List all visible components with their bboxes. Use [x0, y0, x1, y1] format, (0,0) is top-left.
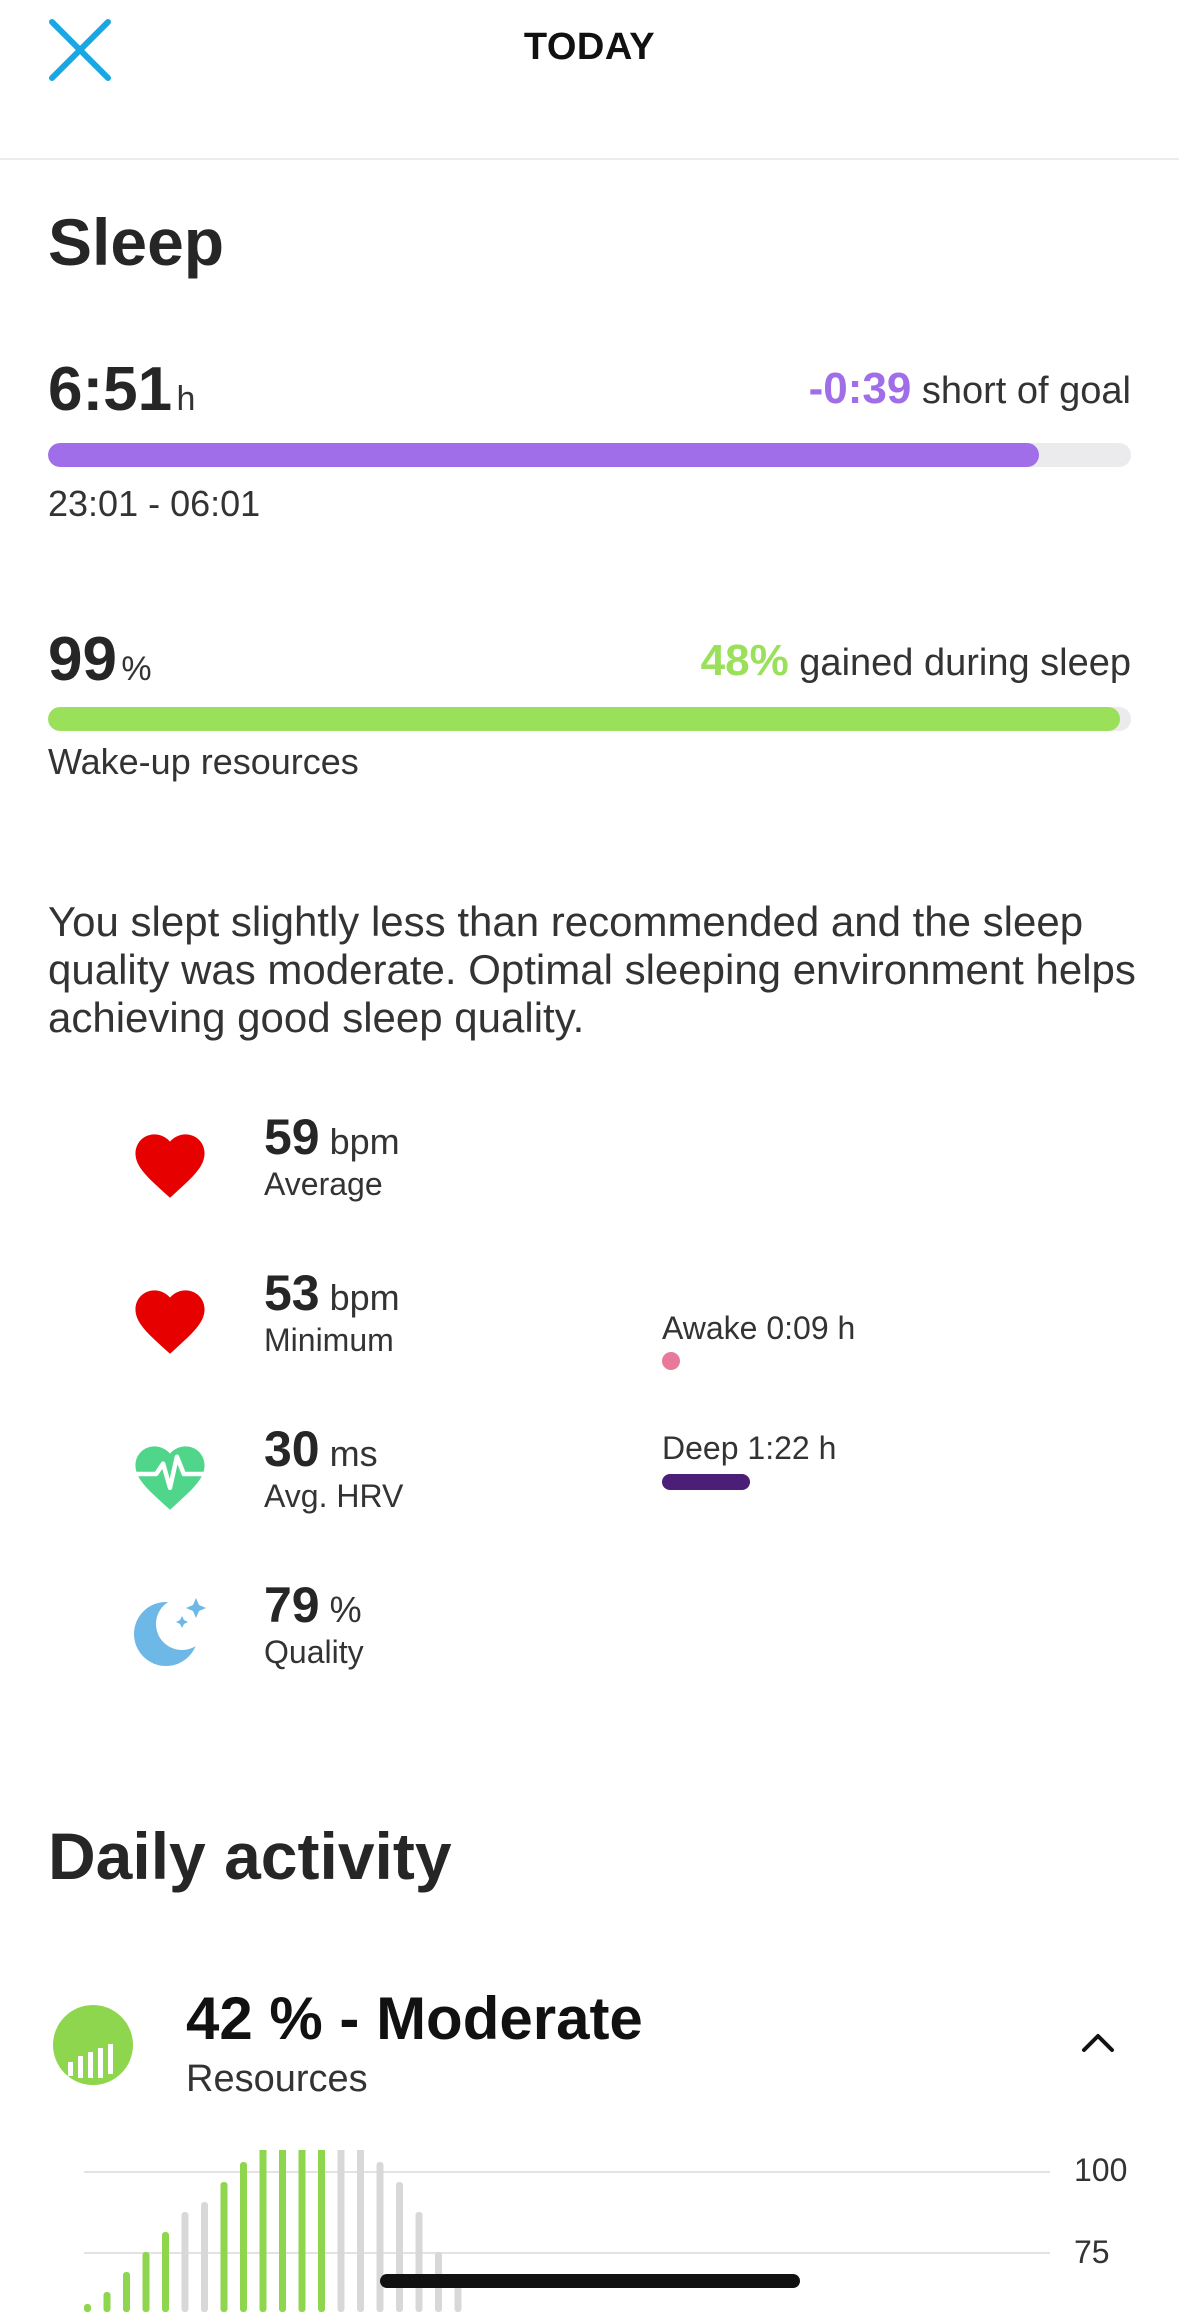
- top-bar: TODAY: [0, 0, 1179, 160]
- sleep-time-range: 23:01 - 06:01: [48, 483, 261, 524]
- resources-gained: 48% gained during sleep: [701, 636, 1131, 686]
- sleep-duration-unit: h: [176, 380, 196, 418]
- chart-bar: [240, 2162, 247, 2312]
- chart-bar: [84, 2304, 91, 2312]
- sleep-goal-diff: -0:39 short of goal: [809, 364, 1131, 414]
- sleep-duration-bar-fill: [48, 443, 1039, 467]
- heart-icon: [128, 1124, 212, 1208]
- metric-unit: bpm: [329, 1121, 400, 1162]
- resources-gained-value: 48%: [700, 636, 789, 685]
- chart-bar: [259, 2150, 267, 2312]
- wakeup-resources-label: Wake-up resources: [48, 741, 359, 782]
- metric-label: Quality: [264, 1634, 364, 1670]
- wakeup-resources-value: 99: [48, 625, 117, 694]
- metric-label: Avg. HRV: [264, 1478, 404, 1514]
- chart-bar: [181, 2212, 189, 2312]
- sleep-summary: You slept slightly less than recommended…: [48, 898, 1136, 1041]
- metric-average-hr: 59 bpm Average: [264, 1108, 400, 1203]
- sleep-goal-diff-value: -0:39: [808, 364, 912, 413]
- chart-bar: [201, 2202, 208, 2312]
- sleep-duration-value: 6:51: [48, 355, 173, 424]
- daily-activity-title: Daily activity: [48, 1819, 452, 1893]
- chart-bar: [415, 2212, 423, 2312]
- sleep-goal-diff-text: short of goal: [921, 370, 1131, 412]
- wakeup-resources-bar-fill: [48, 707, 1121, 731]
- chart-bar: [162, 2232, 169, 2312]
- hrv-heart-icon: [128, 1436, 212, 1520]
- metric-unit: bpm: [329, 1277, 400, 1318]
- resources-summary-label: Resources: [186, 2058, 368, 2100]
- chart-bar: [142, 2252, 150, 2312]
- metric-quality: 79% Quality: [264, 1576, 364, 1671]
- metric-value: 53: [264, 1265, 320, 1321]
- metric-minimum-hr: 53 bpm Minimum: [264, 1264, 400, 1359]
- chart-bar: [298, 2150, 306, 2312]
- metric-label: Minimum: [264, 1322, 394, 1358]
- wakeup-resources: 99 %: [48, 624, 152, 695]
- chart-bar: [318, 2150, 325, 2312]
- resources-gained-text: gained during sleep: [799, 642, 1131, 684]
- moon-icon: [124, 1592, 214, 1672]
- metric-unit: %: [329, 1589, 362, 1630]
- y-tick-75: 75: [1074, 2234, 1110, 2270]
- heart-icon: [128, 1280, 212, 1364]
- chevron-up-icon[interactable]: [1078, 2026, 1118, 2058]
- chart-bar: [279, 2150, 286, 2312]
- chart-bar: [337, 2150, 345, 2312]
- stage-deep-marker: [662, 1474, 750, 1490]
- chart-bar: [103, 2292, 111, 2312]
- metric-value: 79: [264, 1577, 320, 1633]
- metric-value: 30: [264, 1421, 320, 1477]
- stage-awake-marker: [662, 1352, 680, 1370]
- chart-bar: [123, 2272, 130, 2312]
- sleep-section-title: Sleep: [48, 205, 225, 279]
- stage-deep-label: Deep 1:22 h: [662, 1430, 837, 1466]
- sleep-duration: 6:51 h: [48, 354, 195, 425]
- page-title: TODAY: [523, 26, 656, 68]
- metric-value: 59: [264, 1109, 320, 1165]
- stage-awake-label: Awake 0:09 h: [662, 1310, 856, 1346]
- home-indicator: [380, 2274, 800, 2288]
- wakeup-resources-bar: [48, 707, 1131, 731]
- resources-icon: [52, 2004, 134, 2086]
- chart-bar: [357, 2150, 364, 2312]
- chart-bar: [376, 2162, 384, 2312]
- sleep-duration-bar: [48, 443, 1131, 467]
- chart-bar: [396, 2182, 403, 2312]
- wakeup-resources-unit: %: [121, 650, 152, 688]
- metric-unit: ms: [329, 1433, 378, 1474]
- metric-avg-hrv: 30 ms Avg. HRV: [264, 1420, 403, 1515]
- y-tick-100: 100: [1074, 2152, 1128, 2188]
- chart-bar: [220, 2182, 228, 2312]
- resources-summary-value: 42 % - Moderate: [186, 1985, 643, 2052]
- metric-label: Average: [264, 1166, 383, 1202]
